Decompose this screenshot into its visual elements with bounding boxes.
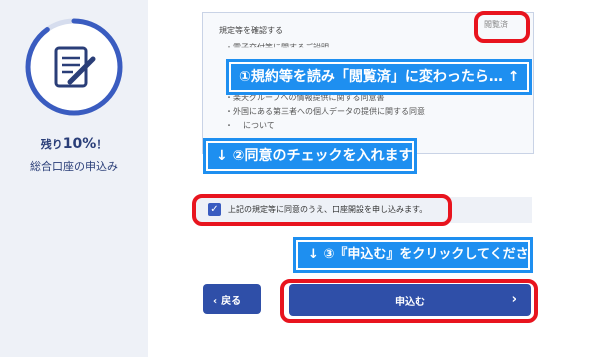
sidebar-subtitle: 総合口座の申込み bbox=[30, 160, 118, 173]
back-button[interactable]: ‹ 戻る bbox=[203, 284, 261, 314]
progress-value: 10% bbox=[62, 136, 97, 152]
annotation-step-3: ↓ ③『申込む』をクリックしてください bbox=[293, 237, 542, 273]
apply-highlight bbox=[280, 279, 538, 323]
terms-item[interactable]: 電子交付等に関するご説明 bbox=[225, 41, 525, 47]
progress-ring bbox=[25, 18, 123, 116]
terms-item[interactable]: 楽天グループへの情報提供に関する同意書 bbox=[225, 91, 525, 105]
back-button-label: 戻る bbox=[221, 295, 242, 307]
consent-highlight bbox=[192, 194, 452, 226]
progress-remaining: 残り10%！ bbox=[0, 136, 148, 152]
chevron-left-icon: ‹ bbox=[213, 295, 218, 307]
progress-suffix: ！ bbox=[96, 138, 108, 151]
progress-prefix: 残り bbox=[40, 138, 63, 151]
terms-item-continued: について bbox=[225, 119, 525, 133]
terms-item[interactable]: 外国にある第三者への個人データの提供に関する同意 bbox=[225, 105, 525, 119]
terms-title: 規定等を確認する bbox=[219, 26, 283, 35]
viewed-highlight bbox=[474, 11, 530, 43]
progress-sidebar: 残り10%！ 総合口座の申込み bbox=[0, 0, 148, 357]
annotation-step-2: ↓ ②同意のチェックを入れます bbox=[203, 138, 417, 174]
annotation-step-1: ①規約等を読み「閲覧済」に変わったら… ↑ bbox=[226, 59, 532, 95]
